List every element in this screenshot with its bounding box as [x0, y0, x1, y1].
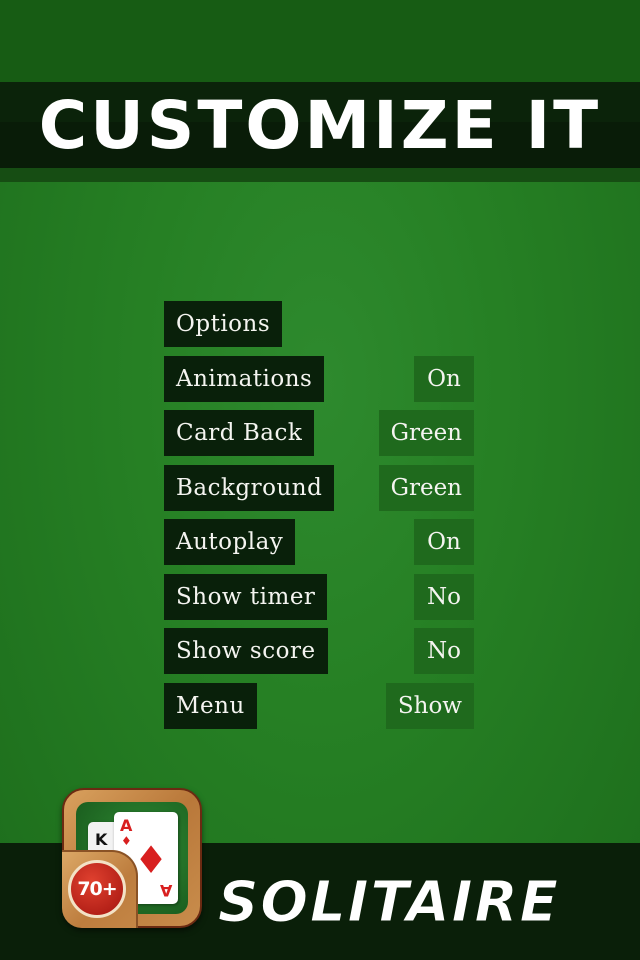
option-show-timer[interactable]: Show timer No — [164, 573, 474, 620]
options-heading: Options — [164, 301, 283, 347]
option-menu[interactable]: Menu Show — [164, 682, 474, 729]
option-label: Show timer — [164, 573, 328, 620]
option-label: Show score — [164, 628, 328, 674]
option-show-score[interactable]: Show score No — [164, 628, 474, 674]
option-card-back[interactable]: Card Back Green — [164, 410, 474, 456]
background-selector[interactable]: Green — [378, 464, 474, 511]
options-heading-row: Options — [164, 301, 474, 347]
option-background[interactable]: Background Green — [164, 464, 474, 511]
option-label: Card Back — [164, 410, 315, 456]
games-count-badge: 70+ — [68, 860, 126, 918]
option-label: Menu — [164, 682, 257, 729]
show-timer-toggle[interactable]: No — [414, 573, 474, 620]
brand-title: SOLITAIRE — [218, 869, 560, 935]
animations-toggle[interactable]: On — [414, 355, 474, 402]
option-label: Autoplay — [164, 519, 296, 565]
top-strip — [0, 0, 640, 82]
icon-wood-corner: 70+ — [62, 850, 138, 928]
card-back-selector[interactable]: Green — [378, 410, 474, 456]
autoplay-toggle[interactable]: On — [414, 519, 474, 565]
solitaire-app-icon: K ♠ A ♦ ♦ A 70+ — [62, 788, 202, 928]
title-banner-shadow — [0, 168, 640, 182]
option-autoplay[interactable]: Autoplay On — [164, 519, 474, 565]
option-animations[interactable]: Animations On — [164, 355, 474, 402]
card-rank: K — [95, 830, 108, 849]
card-rank: A — [159, 881, 172, 900]
option-label: Background — [164, 464, 335, 511]
options-panel: Options Animations On Card Back Green Ba… — [164, 301, 474, 737]
option-label: Animations — [164, 355, 325, 402]
diamond-icon: ♦ — [134, 838, 169, 882]
page-title: CUSTOMIZE IT — [38, 86, 602, 164]
card-rank: A — [120, 816, 133, 835]
show-score-toggle[interactable]: No — [414, 628, 474, 674]
menu-toggle[interactable]: Show — [385, 682, 474, 729]
diamond-icon: ♦ — [121, 834, 132, 848]
